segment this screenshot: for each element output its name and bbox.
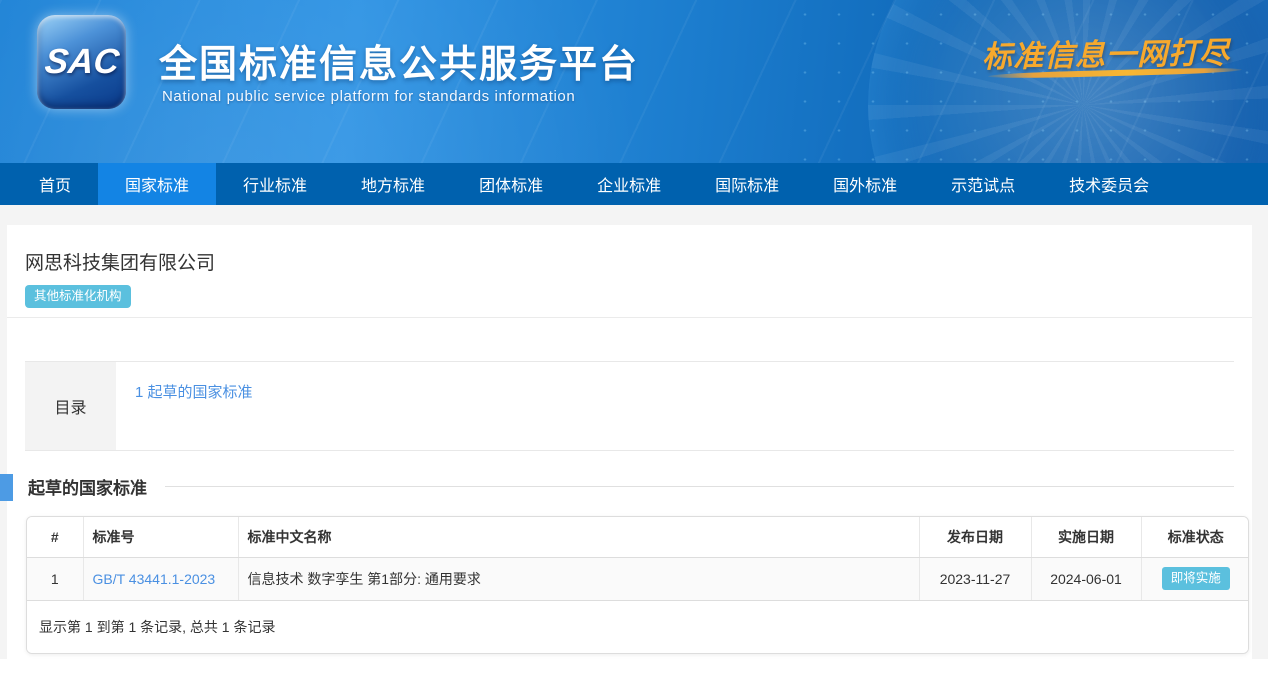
main-nav: 首页 国家标准 行业标准 地方标准 团体标准 企业标准 国际标准 国外标准 示范… [0, 163, 1268, 205]
table-row: 1 GB/T 43441.1-2023 信息技术 数字孪生 第1部分: 通用要求… [27, 557, 1249, 600]
org-name: 网思科技集团有限公司 [25, 225, 1234, 275]
col-header-standard-name: 标准中文名称 [238, 517, 919, 557]
cell-implement-date: 2024-06-01 [1031, 557, 1141, 600]
site-title: 全国标准信息公共服务平台 [159, 33, 639, 88]
nav-item-foreign-standards[interactable]: 国外标准 [806, 163, 924, 205]
nav-item-pilot-demo[interactable]: 示范试点 [924, 163, 1042, 205]
nav-item-industry-standards[interactable]: 行业标准 [216, 163, 334, 205]
bottom-strip [0, 659, 1268, 675]
dot-pattern-decoration [788, 0, 1268, 163]
nav-item-home[interactable]: 首页 [12, 163, 98, 205]
nav-item-national-standards[interactable]: 国家标准 [98, 163, 216, 205]
section-header: 起草的国家标准 [25, 474, 1234, 499]
divider [7, 317, 1252, 318]
col-header-standard-code: 标准号 [83, 517, 238, 557]
nav-item-enterprise-standards[interactable]: 企业标准 [570, 163, 688, 205]
col-header-status: 标准状态 [1141, 517, 1249, 557]
standard-code-link[interactable]: GB/T 43441.1-2023 [93, 571, 216, 587]
content-card: 网思科技集团有限公司 其他标准化机构 目录 1 起草的国家标准 起草的国家标准 … [7, 225, 1252, 659]
org-type-badge: 其他标准化机构 [25, 285, 131, 308]
toc-box: 目录 1 起草的国家标准 [25, 361, 1234, 451]
standards-table-container: # 标准号 标准中文名称 发布日期 实施日期 标准状态 1 GB/T 43441… [26, 516, 1249, 654]
section-title: 起草的国家标准 [28, 474, 147, 499]
col-header-implement-date: 实施日期 [1031, 517, 1141, 557]
table-header-row: # 标准号 标准中文名称 发布日期 实施日期 标准状态 [27, 517, 1249, 557]
sac-logo-text: SAC [42, 42, 120, 82]
nav-item-local-standards[interactable]: 地方标准 [334, 163, 452, 205]
col-header-publish-date: 发布日期 [919, 517, 1031, 557]
site-subtitle: National public service platform for sta… [162, 88, 575, 105]
standards-table: # 标准号 标准中文名称 发布日期 实施日期 标准状态 1 GB/T 43441… [27, 517, 1249, 601]
toc-label: 目录 [25, 362, 116, 450]
section-rule-line [165, 486, 1234, 487]
toc-link-drafted-standards[interactable]: 1 起草的国家标准 [135, 384, 253, 401]
sac-logo[interactable]: SAC [37, 15, 126, 109]
nav-item-group-standards[interactable]: 团体标准 [452, 163, 570, 205]
nav-item-international-standards[interactable]: 国际标准 [688, 163, 806, 205]
header-banner: SAC 全国标准信息公共服务平台 National public service… [0, 0, 1268, 163]
col-header-index: # [27, 517, 83, 557]
section-accent-marker [0, 474, 13, 501]
cell-standard-name: 信息技术 数字孪生 第1部分: 通用要求 [238, 557, 919, 600]
records-summary: 显示第 1 到第 1 条记录, 总共 1 条记录 [27, 601, 1248, 653]
cell-index: 1 [27, 557, 83, 600]
cell-publish-date: 2023-11-27 [919, 557, 1031, 600]
nav-item-technical-committee[interactable]: 技术委员会 [1042, 163, 1176, 205]
status-badge: 即将实施 [1162, 567, 1230, 590]
